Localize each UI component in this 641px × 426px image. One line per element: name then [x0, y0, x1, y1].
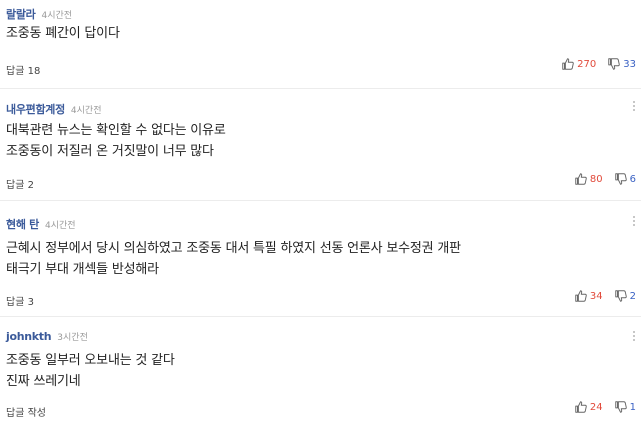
comment-author[interactable]: 랄랄라 — [6, 6, 36, 22]
vote-group: 24 1 — [574, 400, 636, 414]
like-button[interactable]: 80 — [574, 172, 603, 186]
more-vertical-icon — [633, 216, 635, 218]
comment-item: 현해 탄 4시간전 근혜시 정부에서 당시 의심하였고 조중동 대서 특필 하였… — [0, 201, 641, 317]
comment-time: 4시간전 — [70, 106, 102, 116]
dislike-button[interactable]: 33 — [607, 57, 636, 71]
reply-button[interactable]: 답글 3 — [6, 293, 34, 308]
reply-button[interactable]: 답글 18 — [6, 62, 40, 77]
comment-line: 근혜시 정부에서 당시 의심하였고 조중동 대서 특필 하였지 선동 언론사 보… — [6, 241, 461, 256]
reply-button[interactable]: 답글 2 — [6, 176, 34, 191]
comment-body: 조중동 일부러 오보내는 것 같다 진짜 쓰레기네 — [6, 350, 175, 392]
dislike-button[interactable]: 6 — [614, 172, 636, 186]
thumbs-up-icon — [575, 173, 587, 185]
thumbs-up-icon — [562, 58, 574, 70]
dislike-count: 1 — [629, 401, 636, 413]
comment-time: 4시간전 — [41, 11, 73, 21]
reply-button[interactable]: 답글 작성 — [6, 404, 46, 419]
more-vertical-icon — [633, 331, 635, 333]
comment-author[interactable]: 내우편함계정 — [6, 101, 65, 117]
like-count: 34 — [589, 290, 603, 302]
comment-header: 랄랄라 4시간전 — [6, 6, 72, 22]
comment-header: 현해 탄 4시간전 — [6, 216, 76, 232]
like-count: 270 — [577, 58, 597, 70]
comment-header: johnkth 3시간전 — [6, 330, 88, 343]
vote-group: 270 33 — [561, 57, 636, 71]
thumbs-down-icon — [608, 58, 621, 70]
vote-group: 34 2 — [574, 289, 636, 303]
comment-header: 내우편함계정 4시간전 — [6, 101, 102, 117]
dislike-count: 33 — [623, 58, 636, 70]
like-button[interactable]: 34 — [574, 289, 603, 303]
more-vertical-icon — [633, 101, 635, 103]
comment-item: 랄랄라 4시간전 조중동 폐간이 답이다 답글 18 270 33 — [0, 0, 641, 89]
thumbs-up-icon — [575, 401, 587, 413]
comment-author[interactable]: johnkth — [6, 330, 52, 343]
like-count: 80 — [589, 173, 603, 185]
dislike-count: 6 — [629, 173, 636, 185]
thumbs-down-icon — [614, 401, 627, 413]
dislike-button[interactable]: 2 — [614, 289, 636, 303]
like-count: 24 — [589, 401, 603, 413]
thumbs-down-icon — [614, 173, 627, 185]
more-options-button[interactable] — [631, 331, 637, 341]
more-options-button[interactable] — [631, 216, 637, 226]
like-button[interactable]: 270 — [561, 57, 596, 71]
dislike-button[interactable]: 1 — [614, 400, 636, 414]
dislike-count: 2 — [629, 290, 636, 302]
comment-line: 대북관련 뉴스는 확인할 수 없다는 이유로 — [6, 123, 226, 138]
like-button[interactable]: 24 — [574, 400, 603, 414]
comment-body: 조중동 폐간이 답이다 — [6, 23, 120, 44]
comment-body: 대북관련 뉴스는 확인할 수 없다는 이유로 조중동이 저질러 온 거짓말이 너… — [6, 120, 226, 162]
comment-line: 조중동이 저질러 온 거짓말이 너무 많다 — [6, 144, 214, 159]
comment-line: 태극기 부대 개섹들 반성해라 — [6, 262, 159, 277]
thumbs-up-icon — [575, 290, 587, 302]
thumbs-down-icon — [614, 290, 627, 302]
comment-line: 조중동 폐간이 답이다 — [6, 26, 120, 41]
comment-line: 조중동 일부러 오보내는 것 같다 — [6, 353, 175, 368]
comment-item: johnkth 3시간전 조중동 일부러 오보내는 것 같다 진짜 쓰레기네 답… — [0, 317, 641, 426]
comment-line: 진짜 쓰레기네 — [6, 374, 81, 389]
comment-body: 근혜시 정부에서 당시 의심하였고 조중동 대서 특필 하였지 선동 언론사 보… — [6, 238, 461, 280]
more-options-button[interactable] — [631, 101, 637, 111]
comment-list: 랄랄라 4시간전 조중동 폐간이 답이다 답글 18 270 33 내우편함계정… — [0, 0, 641, 426]
vote-group: 80 6 — [574, 172, 636, 186]
comment-author[interactable]: 현해 탄 — [6, 216, 39, 232]
comment-item: 내우편함계정 4시간전 대북관련 뉴스는 확인할 수 없다는 이유로 조중동이 … — [0, 89, 641, 201]
comment-time: 4시간전 — [45, 221, 76, 231]
comment-time: 3시간전 — [57, 333, 88, 343]
